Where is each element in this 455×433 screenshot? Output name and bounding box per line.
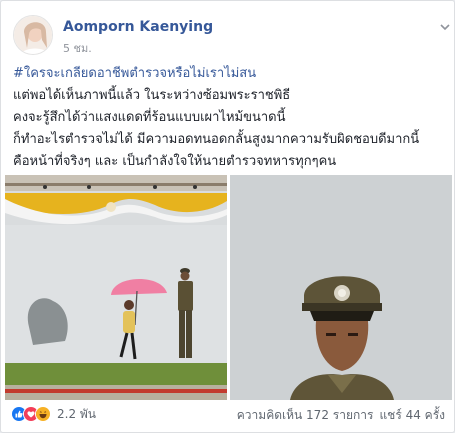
post-timestamp[interactable]: 5 ชม. (63, 39, 92, 57)
haha-icon (35, 406, 51, 422)
comment-count[interactable]: ความคิดเห็น 172 รายการ (237, 406, 374, 425)
post-text-line: คงจะรู้สึกได้ว่าแสงแดดที่ร้อนแบบเผาไหม้ข… (13, 110, 286, 125)
post-text-line: ก็ทำอะไรตำรวจไม่ได้ มีความอดทนอดกลั้นสูง… (13, 132, 420, 147)
hashtag-link[interactable]: #ใครจะเกลียดอาชีพตำรวจหรือไม่เราไม่สน (13, 63, 445, 85)
reactions-summary[interactable]: 2.2 พัน (11, 405, 96, 423)
avatar[interactable] (13, 15, 53, 55)
author-name[interactable]: Aomporn Kaenying (63, 19, 213, 35)
post-photo-right[interactable] (230, 175, 452, 400)
post-text-line: คือหน้าที่จริงๆ และ เป็นกำลังใจให้นายตำร… (13, 154, 337, 169)
post-footer: 2.2 พัน ความคิดเห็น 172 รายการ แชร์ 44 ค… (11, 403, 447, 425)
engagement-stats: ความคิดเห็น 172 รายการ แชร์ 44 ครั้ง (237, 406, 445, 425)
post-card: Aomporn Kaenying 5 ชม. #ใครจะเกลียดอาชีพ… (0, 0, 455, 433)
chevron-down-icon[interactable] (437, 19, 453, 35)
post-text-line: แต่พอได้เห็นภาพนี้แล้ว ในระหว่างซ้อมพระร… (13, 88, 291, 103)
share-count[interactable]: แชร์ 44 ครั้ง (379, 406, 445, 425)
post-photo-left[interactable] (5, 175, 227, 400)
post-header: Aomporn Kaenying 5 ชม. (13, 15, 450, 59)
reaction-count[interactable]: 2.2 พัน (57, 405, 96, 424)
post-text: #ใครจะเกลียดอาชีพตำรวจหรือไม่เราไม่สน แต… (13, 63, 445, 173)
